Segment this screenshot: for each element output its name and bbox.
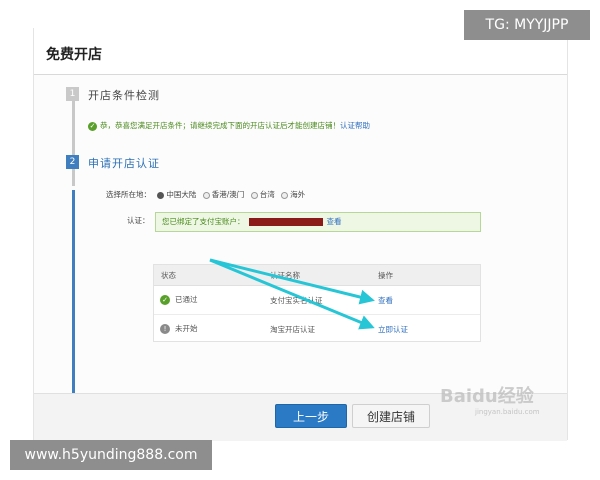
watermark-url: jingyan.baidu.com xyxy=(475,408,540,416)
baidu-watermark: Baidu经验 xyxy=(440,386,534,407)
previous-step-button[interactable]: 上一步 xyxy=(275,404,347,428)
create-store-button[interactable]: 创建店铺 xyxy=(352,404,430,428)
url-badge: www.h5yunding888.com xyxy=(10,440,212,470)
tg-badge: TG: MYYJJPP xyxy=(464,10,590,40)
